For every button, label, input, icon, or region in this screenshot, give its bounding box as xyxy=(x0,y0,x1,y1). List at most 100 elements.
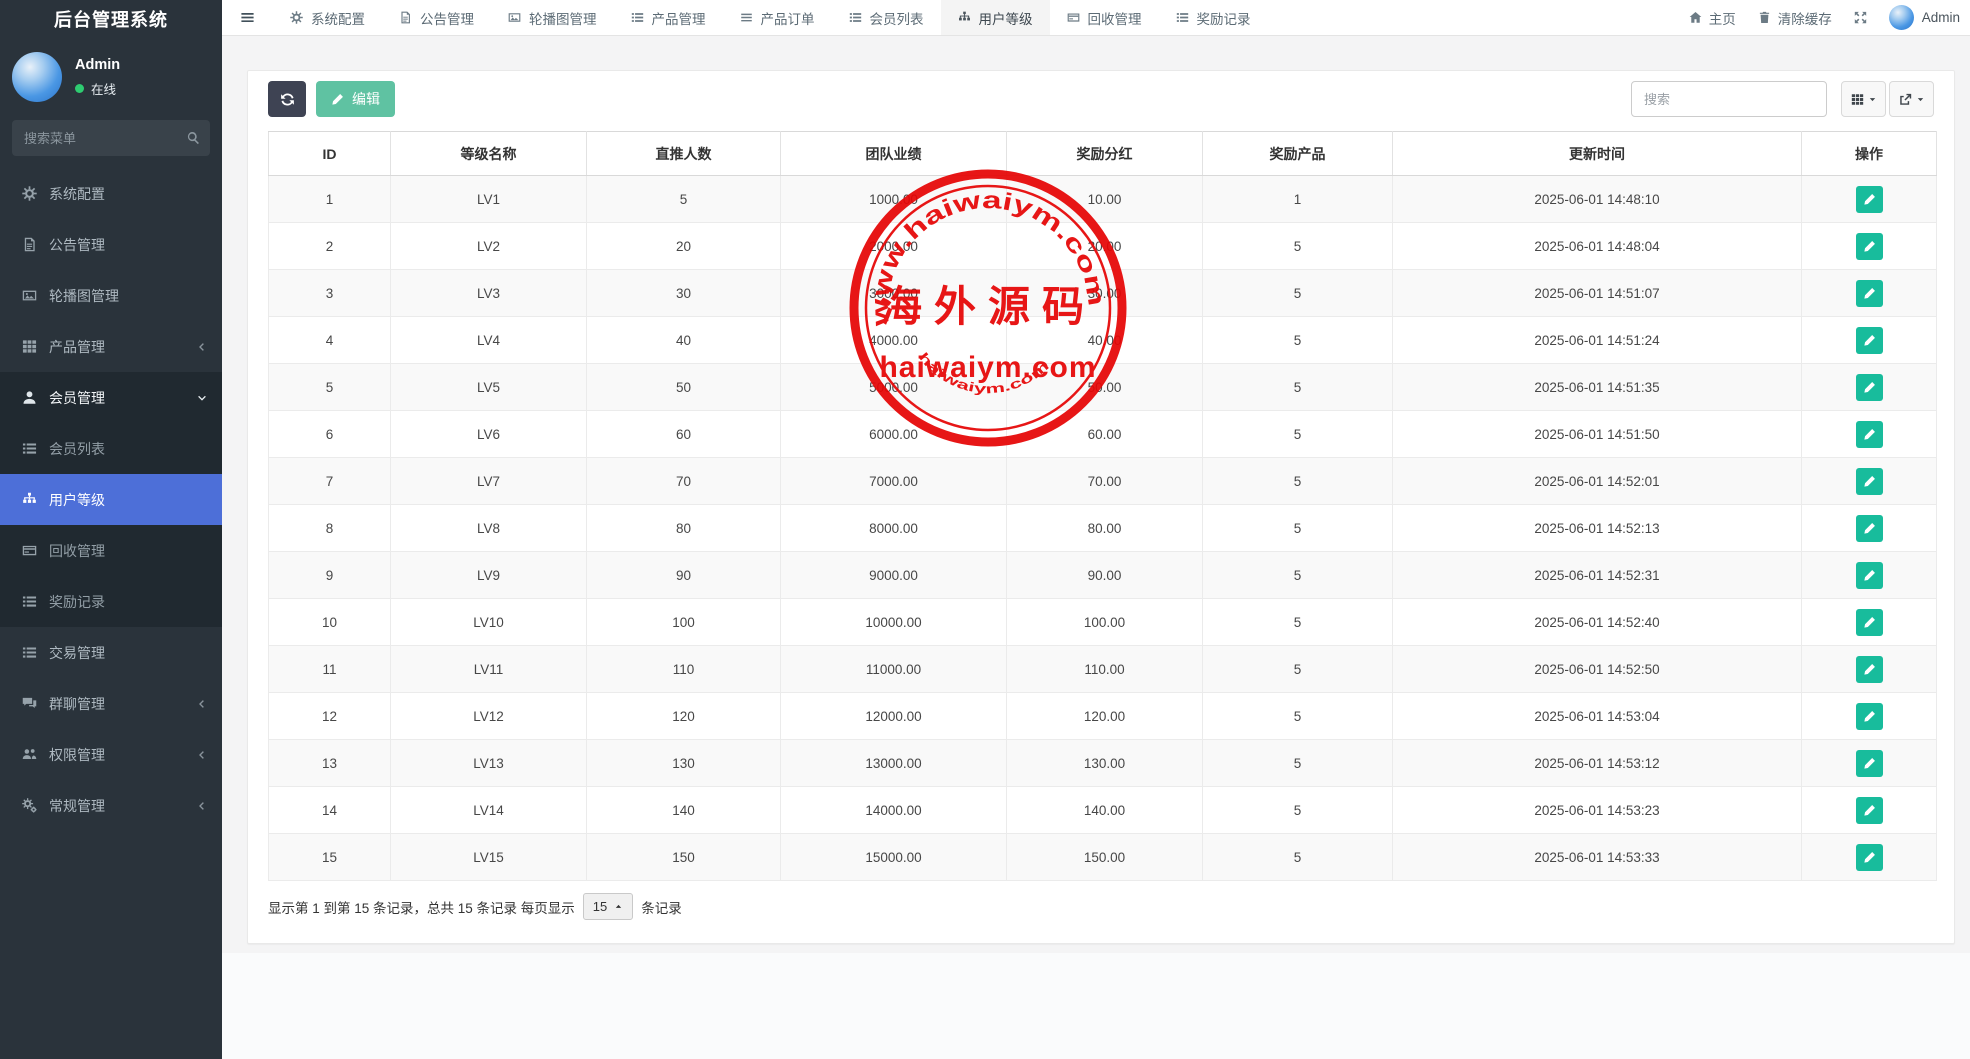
edit-button[interactable]: 编辑 xyxy=(316,81,395,117)
app-title: 后台管理系统 xyxy=(0,0,222,40)
edit-row-button[interactable] xyxy=(1856,609,1883,636)
table-cell: 5 xyxy=(587,176,781,223)
sitemap-icon xyxy=(22,492,37,507)
sidebar-item-label: 产品管理 xyxy=(49,337,105,357)
table-cell: 5 xyxy=(1203,693,1393,740)
pencil-icon xyxy=(1863,757,1876,770)
edit-row-button[interactable] xyxy=(1856,421,1883,448)
table-cell: LV15 xyxy=(391,834,587,881)
search-icon xyxy=(186,131,200,145)
table-cell: 5 xyxy=(1203,834,1393,881)
table-row: 15LV1515015000.00150.0052025-06-01 14:53… xyxy=(269,834,1937,881)
table-cell-actions xyxy=(1802,552,1937,599)
chevron-left-icon xyxy=(197,342,207,352)
export-icon xyxy=(1899,93,1912,106)
table-cell: 2025-06-01 14:48:10 xyxy=(1393,176,1802,223)
edit-row-button[interactable] xyxy=(1856,750,1883,777)
card-icon xyxy=(22,543,37,558)
table-cell: 10000.00 xyxy=(781,599,1007,646)
table-cell: 30.00 xyxy=(1007,270,1203,317)
page-size-select[interactable]: 15 xyxy=(583,893,633,920)
topnav-item[interactable]: 用户等级 xyxy=(941,0,1050,35)
sidebar-item[interactable]: 群聊管理 xyxy=(0,678,222,729)
sidebar-subitem[interactable]: 会员列表 xyxy=(0,423,222,474)
table-cell: 2025-06-01 14:51:35 xyxy=(1393,364,1802,411)
edit-row-button[interactable] xyxy=(1856,656,1883,683)
table-cell: 150 xyxy=(587,834,781,881)
topnav-item-label: 轮播图管理 xyxy=(529,8,597,28)
table-cell-actions xyxy=(1802,599,1937,646)
topnav-item[interactable]: 奖励记录 xyxy=(1159,0,1268,35)
menu-search-input[interactable] xyxy=(12,120,210,156)
table-search-input[interactable] xyxy=(1631,81,1827,117)
pencil-icon xyxy=(1863,804,1876,817)
gear-icon xyxy=(290,11,303,24)
edit-row-button[interactable] xyxy=(1856,327,1883,354)
sidebar-item[interactable]: 产品管理 xyxy=(0,321,222,372)
column-header: ID xyxy=(269,132,391,176)
edit-row-button[interactable] xyxy=(1856,233,1883,260)
sidebar-subitem[interactable]: 回收管理 xyxy=(0,525,222,576)
image-icon xyxy=(508,11,521,24)
sidebar-item[interactable]: 交易管理 xyxy=(0,627,222,678)
topnav-item[interactable]: 产品管理 xyxy=(614,0,723,35)
topnav-item[interactable]: 会员列表 xyxy=(832,0,941,35)
sidebar-subitem[interactable]: 用户等级 xyxy=(0,474,222,525)
edit-row-button[interactable] xyxy=(1856,280,1883,307)
user-status: 在线 xyxy=(75,79,120,98)
sidebar-item[interactable]: 常规管理 xyxy=(0,780,222,831)
table-row: 2LV2202000.0020.0052025-06-01 14:48:04 xyxy=(269,223,1937,270)
pencil-icon xyxy=(1863,287,1876,300)
pencil-icon xyxy=(1863,522,1876,535)
topnav-item[interactable]: 产品订单 xyxy=(723,0,832,35)
table-cell: 2025-06-01 14:53:33 xyxy=(1393,834,1802,881)
refresh-button[interactable] xyxy=(268,81,306,117)
table-cell: 120 xyxy=(587,693,781,740)
column-header: 奖励分红 xyxy=(1007,132,1203,176)
toolbar: 编辑 xyxy=(268,81,1934,117)
table-cell: 1000.00 xyxy=(781,176,1007,223)
edit-row-button[interactable] xyxy=(1856,797,1883,824)
user-menu[interactable]: Admin xyxy=(1889,5,1960,30)
sidebar-subitem[interactable]: 奖励记录 xyxy=(0,576,222,627)
edit-row-button[interactable] xyxy=(1856,562,1883,589)
table-row: 6LV6606000.0060.0052025-06-01 14:51:50 xyxy=(269,411,1937,458)
sidebar-item[interactable]: 权限管理 xyxy=(0,729,222,780)
table-cell: 5 xyxy=(1203,552,1393,599)
sidebar-item[interactable]: 系统配置 xyxy=(0,168,222,219)
export-button[interactable] xyxy=(1889,81,1934,117)
table-cell-actions xyxy=(1802,646,1937,693)
fullscreen-button[interactable] xyxy=(1854,11,1867,24)
chevron-left-icon xyxy=(197,699,207,709)
clear-cache-link[interactable]: 清除缓存 xyxy=(1758,8,1832,28)
edit-row-button[interactable] xyxy=(1856,844,1883,871)
table-cell: LV2 xyxy=(391,223,587,270)
table-cell: 5 xyxy=(1203,223,1393,270)
edit-row-button[interactable] xyxy=(1856,468,1883,495)
caret-up-icon xyxy=(614,902,623,911)
caret-down-icon xyxy=(1916,95,1925,104)
table-cell: 2025-06-01 14:51:07 xyxy=(1393,270,1802,317)
home-link[interactable]: 主页 xyxy=(1689,8,1736,28)
table-cell: 50 xyxy=(587,364,781,411)
sidebar-toggle-button[interactable] xyxy=(222,0,273,35)
topnav-item[interactable]: 轮播图管理 xyxy=(491,0,614,35)
table-cell: 2025-06-01 14:52:01 xyxy=(1393,458,1802,505)
topnav-item[interactable]: 公告管理 xyxy=(382,0,491,35)
topnav-item[interactable]: 回收管理 xyxy=(1050,0,1159,35)
pencil-icon xyxy=(1863,616,1876,629)
sidebar-item[interactable]: 公告管理 xyxy=(0,219,222,270)
topnav-items: 系统配置公告管理 轮播图管理产品管理产品订单会员列表用户等级回收管理奖励记录 xyxy=(273,0,1268,35)
table-cell: 5 xyxy=(1203,364,1393,411)
sidebar-item[interactable]: 轮播图管理 xyxy=(0,270,222,321)
topnav-item[interactable]: 系统配置 xyxy=(273,0,382,35)
edit-row-button[interactable] xyxy=(1856,186,1883,213)
columns-button[interactable] xyxy=(1841,81,1886,117)
column-header: 更新时间 xyxy=(1393,132,1802,176)
edit-row-button[interactable] xyxy=(1856,515,1883,542)
sidebar-item[interactable]: 会员管理 xyxy=(0,372,222,423)
column-header: 直推人数 xyxy=(587,132,781,176)
edit-row-button[interactable] xyxy=(1856,374,1883,401)
thlist-icon xyxy=(22,645,37,660)
edit-row-button[interactable] xyxy=(1856,703,1883,730)
